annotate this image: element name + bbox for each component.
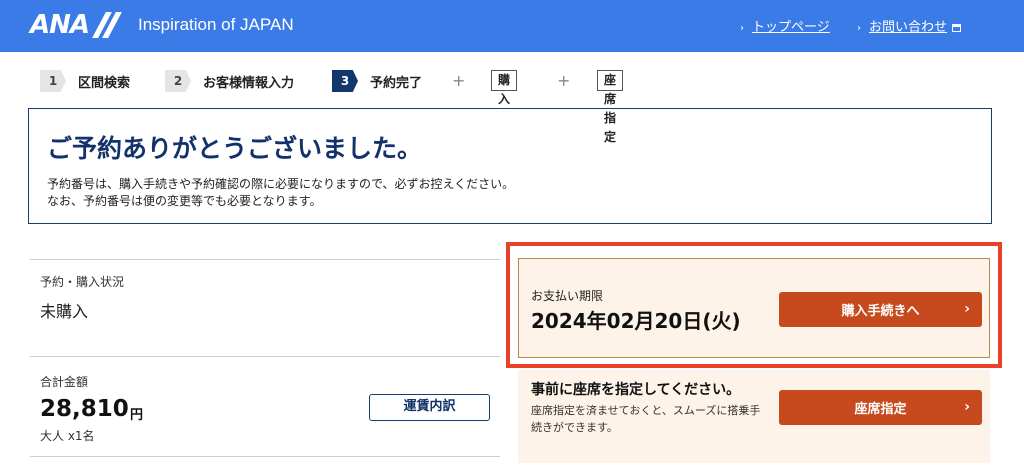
passenger-count: 大人 x1名 [40,429,95,443]
top-page-link[interactable]: › トップページ [740,16,830,35]
fare-breakdown-button[interactable]: 運賃内訳 [369,394,490,421]
step-reservation-complete: 3 予約完了 [332,70,422,92]
status-value: 未購入 [40,302,89,321]
step-label: 区間検索 [78,75,131,91]
proceed-purchase-button[interactable]: 購入手続きへ › [779,292,982,327]
logo-stripes-icon [91,12,122,38]
site-header: ANA Inspiration of JAPAN › トップページ › お問い合わせ [0,0,1024,52]
step-search: 1 区間検索 [40,70,130,92]
seat-selection-button[interactable]: 座席指定 › [779,390,982,425]
currency-label: 円 [130,408,144,423]
logo-text: ANA [30,10,90,40]
step-label: お客様情報入力 [203,75,295,91]
caret-right-icon: › [740,23,744,34]
plus-separator: + [452,71,466,90]
plus-separator: + [557,71,571,90]
confirmation-box: ご予約ありがとうございました。 予約番号は、購入手続きや予約確認の際に必要になり… [28,108,992,224]
chevron-right-icon: › [964,399,970,415]
external-window-icon [952,24,962,32]
total-label: 合計金額 [40,375,89,389]
payment-deadline-date: 2024年02月20日(火) [531,309,741,333]
step-number: 1 [40,70,66,92]
contact-link[interactable]: › お問い合わせ [857,16,962,35]
tagline: Inspiration of JAPAN [138,15,294,34]
seat-panel-description: 座席指定を済ませておくと、スムーズに搭乗手続きができます。 [531,404,761,434]
seat-panel-title: 事前に座席を指定してください。 [531,382,741,398]
step-customer-info: 2 お客様情報入力 [165,70,294,92]
payment-deadline-label: お支払い期限 [531,289,604,303]
confirmation-note: 予約番号は、購入手続きや予約確認の際に必要になりますので、必ずお控えください。 [47,177,515,191]
proceed-purchase-label: 購入手続きへ [841,304,920,319]
contact-link-label: お問い合わせ [869,20,948,35]
step-number: 3 [332,70,358,92]
step-seat-selection: 座席指定 [597,70,624,144]
step-number: 2 [165,70,191,92]
divider [30,259,500,260]
top-page-link-label: トップページ [752,20,830,35]
confirmation-note: なお、予約番号は便の変更等でも必要となります。 [47,194,322,208]
step-purchase: 購入 [491,70,518,106]
divider [30,356,500,357]
seat-selection-label: 座席指定 [854,402,907,417]
total-amount: 28,810 [40,396,129,422]
confirmation-title: ご予約ありがとうございました。 [47,134,423,163]
chevron-right-icon: › [964,301,970,317]
status-label: 予約・購入状況 [40,275,125,289]
step-label: 予約完了 [370,75,423,91]
caret-right-icon: › [857,23,861,34]
ana-logo[interactable]: ANA [30,10,122,40]
divider [30,456,500,457]
